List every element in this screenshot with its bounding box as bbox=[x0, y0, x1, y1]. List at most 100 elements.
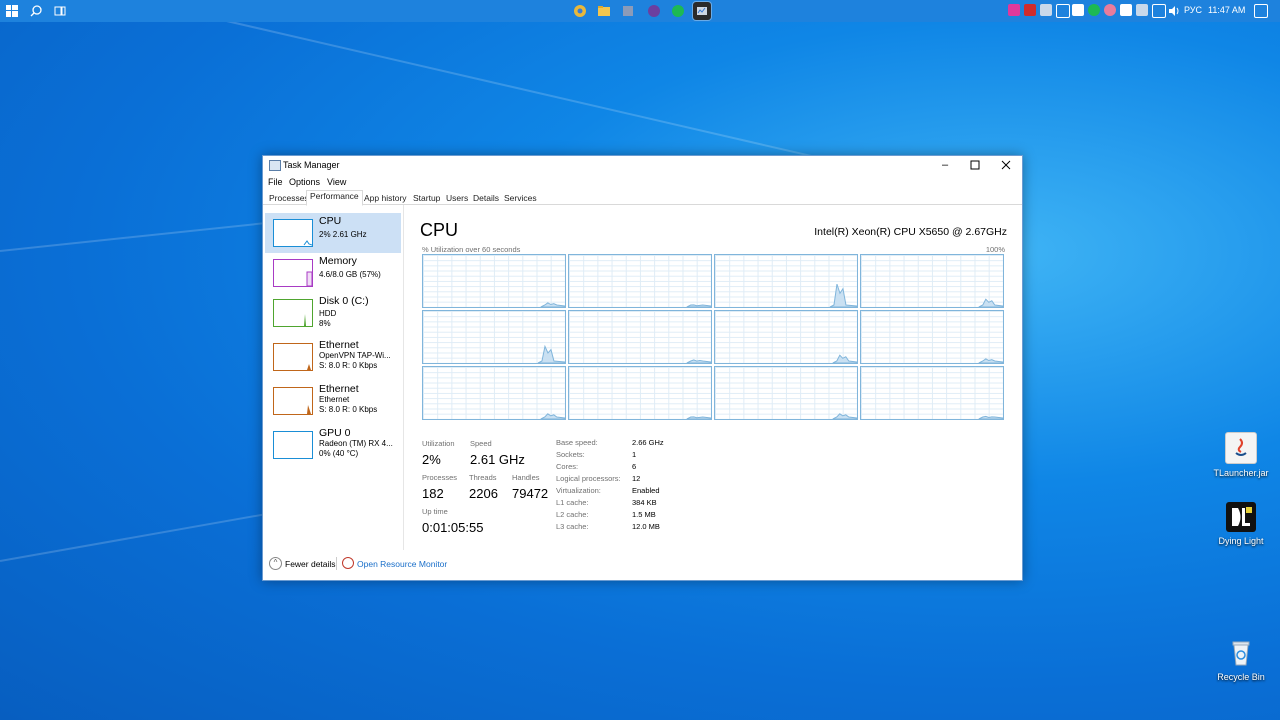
spec-label: L3 cache: bbox=[556, 522, 589, 531]
spec-value: Enabled bbox=[632, 486, 660, 495]
sidebar-item-ethernet[interactable]: Ethernet Ethernet S: 8.0 R: 0 Kbps bbox=[265, 381, 401, 421]
utilization-graph-label: % Utilization over 60 seconds bbox=[422, 245, 521, 254]
tray-app-icon[interactable] bbox=[1024, 4, 1036, 16]
taskbar: РУС 11:47 AM bbox=[0, 0, 1280, 22]
resource-sidebar: CPU 2% 2.61 GHz Memory 4.6/8.0 GB (57%) … bbox=[263, 205, 404, 550]
cpu-core-graph bbox=[422, 254, 566, 308]
spec-label: Virtualization: bbox=[556, 486, 601, 495]
spec-value: 2.66 GHz bbox=[632, 438, 664, 447]
menu-options[interactable]: Options bbox=[289, 177, 320, 187]
tab-startup[interactable]: Startup bbox=[409, 192, 444, 206]
processes-value: 182 bbox=[422, 486, 444, 501]
cpu-core-graphs bbox=[422, 254, 1004, 422]
tab-users[interactable]: Users bbox=[442, 192, 472, 206]
uptime-value: 0:01:05:55 bbox=[422, 520, 484, 535]
task-view-icon[interactable] bbox=[52, 3, 68, 19]
cpu-core-graph bbox=[568, 310, 712, 364]
cpu-model: Intel(R) Xeon(R) CPU X5650 @ 2.67GHz bbox=[814, 226, 1007, 238]
tab-services[interactable]: Services bbox=[500, 192, 541, 206]
fewer-details-button[interactable]: Fewer details bbox=[285, 559, 336, 569]
close-button[interactable] bbox=[992, 158, 1020, 172]
tray-app-icon[interactable] bbox=[1072, 4, 1084, 16]
spec-label: Logical processors: bbox=[556, 474, 621, 483]
file-explorer-icon[interactable] bbox=[595, 2, 613, 20]
sidebar-item-gpu[interactable]: GPU 0 Radeon (TM) RX 4... 0% (40 °C) bbox=[265, 425, 401, 465]
clock[interactable]: 11:47 AM bbox=[1208, 5, 1245, 15]
sidebar-item-memory[interactable]: Memory 4.6/8.0 GB (57%) bbox=[265, 253, 401, 293]
vpn-icon[interactable] bbox=[645, 2, 663, 20]
desktop-icon-tlauncher[interactable]: TLauncher.jar bbox=[1211, 432, 1271, 478]
ethernet-mini-graph bbox=[273, 387, 313, 415]
volume-icon[interactable] bbox=[1168, 4, 1180, 16]
utilization-max-label: 100% bbox=[985, 245, 1005, 254]
network-icon[interactable] bbox=[1152, 4, 1166, 18]
search-icon[interactable] bbox=[28, 3, 44, 19]
minimize-button[interactable]: – bbox=[931, 158, 959, 172]
chrome-icon[interactable] bbox=[571, 2, 589, 20]
memory-mini-graph bbox=[273, 259, 313, 287]
speed-value: 2.61 GHz bbox=[470, 452, 525, 467]
cpu-core-graph bbox=[860, 366, 1004, 420]
utilization-value: 2% bbox=[422, 452, 441, 467]
open-resource-monitor-link[interactable]: Open Resource Monitor bbox=[357, 559, 447, 569]
spec-label: L1 cache: bbox=[556, 498, 589, 507]
java-icon bbox=[1225, 432, 1257, 464]
tray-app-icon[interactable] bbox=[1040, 4, 1052, 16]
sidebar-item-cpu[interactable]: CPU 2% 2.61 GHz bbox=[265, 213, 401, 253]
title-bar[interactable]: Task Manager – bbox=[263, 156, 1022, 174]
footer-divider bbox=[336, 557, 337, 570]
gpu-mini-graph bbox=[273, 431, 313, 459]
app-icon[interactable] bbox=[619, 2, 637, 20]
handles-value: 79472 bbox=[512, 486, 549, 501]
utilization-label: Utilization bbox=[422, 439, 455, 448]
resource-monitor-icon[interactable] bbox=[342, 557, 354, 569]
threads-label: Threads bbox=[469, 473, 497, 482]
spec-label: Base speed: bbox=[556, 438, 598, 447]
spec-value: 6 bbox=[632, 462, 637, 471]
menu-file[interactable]: File bbox=[268, 177, 283, 187]
spotify-icon[interactable] bbox=[669, 2, 687, 20]
tab-details[interactable]: Details bbox=[469, 192, 503, 206]
tab-app-history[interactable]: App history bbox=[360, 192, 411, 206]
task-manager-window: Task Manager – File Options View Process… bbox=[262, 155, 1023, 581]
processes-label: Processes bbox=[422, 473, 458, 482]
cpu-core-graph bbox=[714, 254, 858, 308]
tray-app-icon[interactable] bbox=[1056, 4, 1070, 18]
uptime-label: Up time bbox=[422, 507, 448, 516]
task-manager-app-icon bbox=[269, 160, 281, 171]
spotify-tray-icon[interactable] bbox=[1088, 4, 1100, 16]
tray-app-icon[interactable] bbox=[1120, 4, 1132, 16]
language-indicator[interactable]: РУС bbox=[1184, 5, 1202, 15]
tray-app-icon[interactable] bbox=[1136, 4, 1148, 16]
recycle-bin-icon bbox=[1226, 638, 1256, 668]
page-title: CPU bbox=[420, 220, 459, 240]
chevron-up-icon[interactable]: ^ bbox=[269, 557, 282, 570]
task-manager-icon[interactable] bbox=[692, 1, 712, 21]
maximize-button[interactable] bbox=[961, 158, 989, 172]
cpu-core-graph bbox=[714, 310, 858, 364]
spec-value: 1 bbox=[632, 450, 637, 459]
sidebar-item-disk[interactable]: Disk 0 (C:) HDD 8% bbox=[265, 293, 401, 333]
sidebar-item-ethernet-vpn[interactable]: Ethernet OpenVPN TAP-Wi... S: 8.0 R: 0 K… bbox=[265, 337, 401, 377]
disk-mini-graph bbox=[273, 299, 313, 327]
ethernet-vpn-mini-graph bbox=[273, 343, 313, 371]
cpu-core-graph bbox=[568, 254, 712, 308]
tray-app-icon[interactable] bbox=[1008, 4, 1020, 16]
cpu-core-graph bbox=[860, 254, 1004, 308]
desktop-icon-dying-light[interactable]: Dying Light bbox=[1211, 502, 1271, 546]
menu-view[interactable]: View bbox=[327, 177, 346, 187]
footer: ^ Fewer details Open Resource Monitor bbox=[263, 554, 1022, 574]
spec-value: 12 bbox=[632, 474, 641, 483]
notification-icon[interactable] bbox=[1254, 4, 1268, 18]
speed-label: Speed bbox=[470, 439, 492, 448]
threads-value: 2206 bbox=[469, 486, 498, 501]
windows-start-icon[interactable] bbox=[4, 3, 20, 19]
desktop-icon-recycle-bin[interactable]: Recycle Bin bbox=[1211, 638, 1271, 682]
cpu-core-graph bbox=[860, 310, 1004, 364]
tray-app-icon[interactable] bbox=[1104, 4, 1116, 16]
dying-light-icon bbox=[1226, 502, 1256, 532]
tab-bar: Processes Performance App history Startu… bbox=[263, 190, 1022, 206]
cpu-core-graph bbox=[568, 366, 712, 420]
spec-value: 12.0 MB bbox=[632, 522, 660, 531]
tab-performance[interactable]: Performance bbox=[306, 190, 363, 206]
